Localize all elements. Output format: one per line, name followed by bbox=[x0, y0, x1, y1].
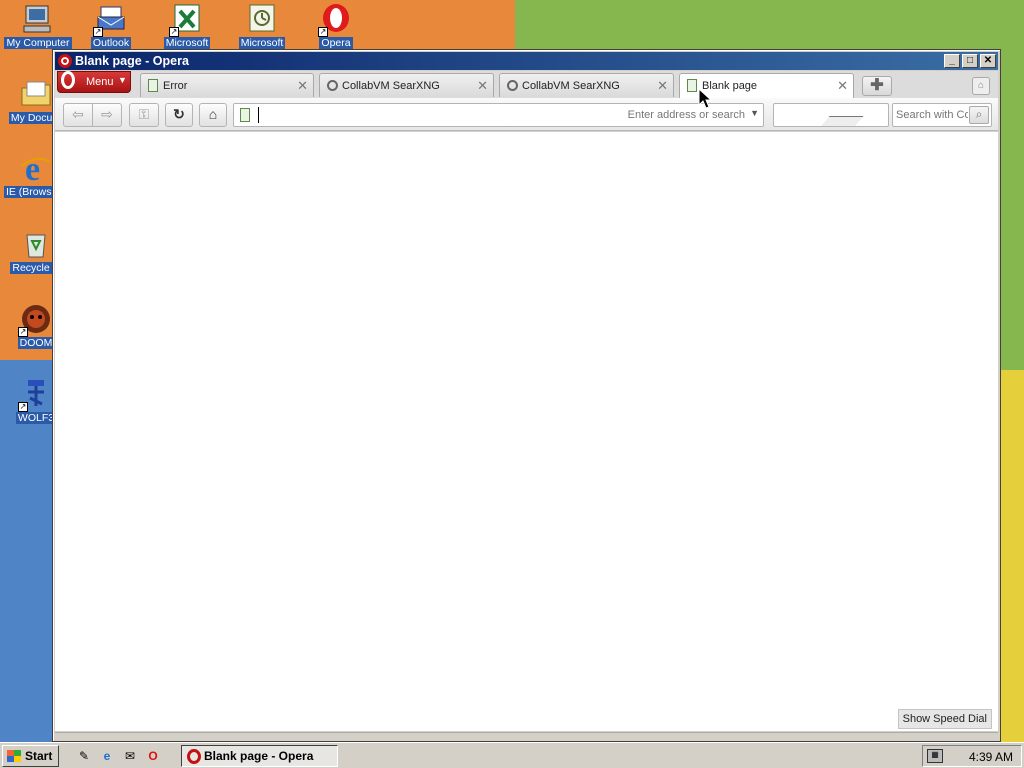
shortcut-arrow-icon: ↗ bbox=[18, 402, 28, 412]
page-icon bbox=[240, 108, 250, 122]
shortcut-arrow-icon: ↗ bbox=[169, 27, 179, 37]
toolbar-extension-area[interactable] bbox=[773, 103, 889, 127]
address-input[interactable] bbox=[258, 107, 598, 123]
tab-error[interactable]: Error ✕ bbox=[140, 73, 314, 97]
address-bar[interactable]: Enter address or search ▼ bbox=[233, 103, 764, 127]
wolf3d-icon: ↗ bbox=[18, 378, 52, 412]
desktop-icon-label: Outlook bbox=[90, 37, 132, 49]
shortcut-arrow-icon: ↗ bbox=[318, 27, 328, 37]
desktop-icon-project[interactable]: Microsoft bbox=[224, 3, 300, 49]
desktop-icon-opera[interactable]: ↗ Opera bbox=[298, 3, 374, 49]
address-placeholder: Enter address or search bbox=[627, 109, 745, 121]
new-tab-button[interactable]: ✚ bbox=[862, 76, 892, 96]
back-button[interactable]: ⇦ bbox=[63, 103, 93, 127]
tab-collabvm-searxng-2[interactable]: CollabVM SearXNG ✕ bbox=[499, 73, 674, 97]
desktop-icon-outlook[interactable]: ↗ Outlook bbox=[73, 3, 149, 49]
page-icon bbox=[148, 79, 158, 92]
key-icon[interactable]: ⚿ bbox=[129, 103, 159, 127]
tab-collabvm-searxng-1[interactable]: CollabVM SearXNG ✕ bbox=[319, 73, 494, 97]
tab-bar: Menu ▼ Error ✕ CollabVM SearXNG ✕ Collab… bbox=[55, 71, 998, 99]
desktop-icon-label: My Computer bbox=[4, 37, 72, 49]
tab-label: CollabVM SearXNG bbox=[342, 80, 440, 92]
outlook-icon[interactable]: ✉ bbox=[122, 748, 138, 764]
opera-window: Blank page - Opera _ □ ✕ Menu ▼ Error ✕ … bbox=[52, 49, 1001, 742]
internet-explorer-icon[interactable]: e bbox=[99, 748, 115, 764]
taskbar-button-opera[interactable]: Blank page - Opera bbox=[181, 745, 338, 767]
computer-icon bbox=[22, 3, 54, 35]
windows-logo-icon bbox=[7, 750, 21, 762]
opera-menu-button[interactable]: Menu ▼ bbox=[57, 71, 131, 93]
navigation-bar: ⇦ ⇨ ⚿ ↻ ⌂ Enter address or search ▼ ⌕ bbox=[55, 98, 998, 131]
internet-explorer-icon: e bbox=[20, 151, 52, 188]
tab-label: CollabVM SearXNG bbox=[522, 80, 620, 92]
menu-label: Menu bbox=[86, 76, 114, 88]
close-tab-icon[interactable]: ✕ bbox=[297, 78, 308, 94]
desktop-icon-label: Opera bbox=[319, 37, 353, 49]
taskbar-button-label: Blank page - Opera bbox=[204, 749, 314, 763]
chevron-down-icon: ▼ bbox=[118, 75, 127, 85]
taskbar: Start ✎ e ✉ O Blank page - Opera ▦ 4:39 … bbox=[0, 742, 1024, 768]
excel-icon: ↗ bbox=[169, 3, 203, 37]
desktop-icon-label: WOLF3 bbox=[15, 412, 57, 424]
search-input[interactable] bbox=[896, 107, 968, 123]
opera-logo-icon bbox=[61, 71, 75, 89]
system-tray: ▦ 4:39 AM bbox=[922, 745, 1022, 767]
reload-button[interactable]: ↻ bbox=[165, 103, 193, 127]
status-bar bbox=[55, 732, 998, 740]
opera-icon: ↗ bbox=[318, 3, 352, 37]
network-icon[interactable]: ▦ bbox=[927, 749, 943, 763]
show-desktop-icon[interactable]: ✎ bbox=[76, 748, 92, 764]
wand-icon bbox=[814, 116, 864, 126]
title-bar[interactable]: Blank page - Opera _ □ ✕ bbox=[55, 52, 998, 70]
search-icon[interactable]: ⌕ bbox=[969, 106, 989, 124]
closed-tabs-icon[interactable]: ⌂ bbox=[972, 77, 990, 95]
chevron-down-icon[interactable]: ▼ bbox=[750, 108, 759, 118]
forward-button[interactable]: ⇨ bbox=[92, 103, 122, 127]
opera-icon[interactable]: O bbox=[145, 748, 161, 764]
desktop-icon-label: Microsoft bbox=[238, 37, 286, 49]
close-tab-icon[interactable]: ✕ bbox=[657, 78, 668, 94]
gear-icon bbox=[327, 80, 338, 91]
page-content[interactable]: Show Speed Dial bbox=[55, 132, 998, 731]
folder-icon bbox=[20, 78, 52, 110]
desktop-icon-my-computer[interactable]: My Computer bbox=[0, 3, 76, 49]
tab-label: Error bbox=[163, 80, 188, 92]
close-tab-icon[interactable]: ✕ bbox=[837, 78, 848, 94]
shortcut-arrow-icon: ↗ bbox=[18, 327, 28, 337]
project-icon bbox=[246, 3, 278, 35]
gear-icon bbox=[507, 80, 518, 91]
home-button[interactable]: ⌂ bbox=[199, 103, 227, 127]
close-tab-icon[interactable]: ✕ bbox=[477, 78, 488, 94]
start-label: Start bbox=[25, 749, 53, 763]
minimize-button[interactable]: _ bbox=[944, 54, 960, 68]
doom-icon: ↗ bbox=[18, 303, 52, 337]
maximize-button[interactable]: □ bbox=[962, 54, 978, 68]
search-box[interactable]: ⌕ bbox=[892, 103, 992, 127]
shortcut-arrow-icon: ↗ bbox=[93, 27, 103, 37]
desktop-icon-excel[interactable]: ↗ Microsoft bbox=[149, 3, 225, 49]
svg-text:e: e bbox=[25, 152, 40, 184]
close-button[interactable]: ✕ bbox=[980, 54, 996, 68]
desktop-icon-label: DOOM bbox=[17, 337, 55, 349]
clock[interactable]: 4:39 AM bbox=[969, 750, 1013, 764]
desktop-icon-label: Microsoft bbox=[163, 37, 211, 49]
opera-icon bbox=[187, 749, 201, 764]
start-button[interactable]: Start bbox=[2, 745, 59, 767]
page-icon bbox=[687, 79, 697, 92]
opera-icon bbox=[58, 54, 72, 68]
show-speed-dial-button[interactable]: Show Speed Dial bbox=[897, 709, 992, 729]
outlook-icon: ↗ bbox=[93, 3, 127, 37]
window-title: Blank page - Opera bbox=[75, 54, 189, 68]
recycle-bin-icon bbox=[20, 228, 52, 260]
